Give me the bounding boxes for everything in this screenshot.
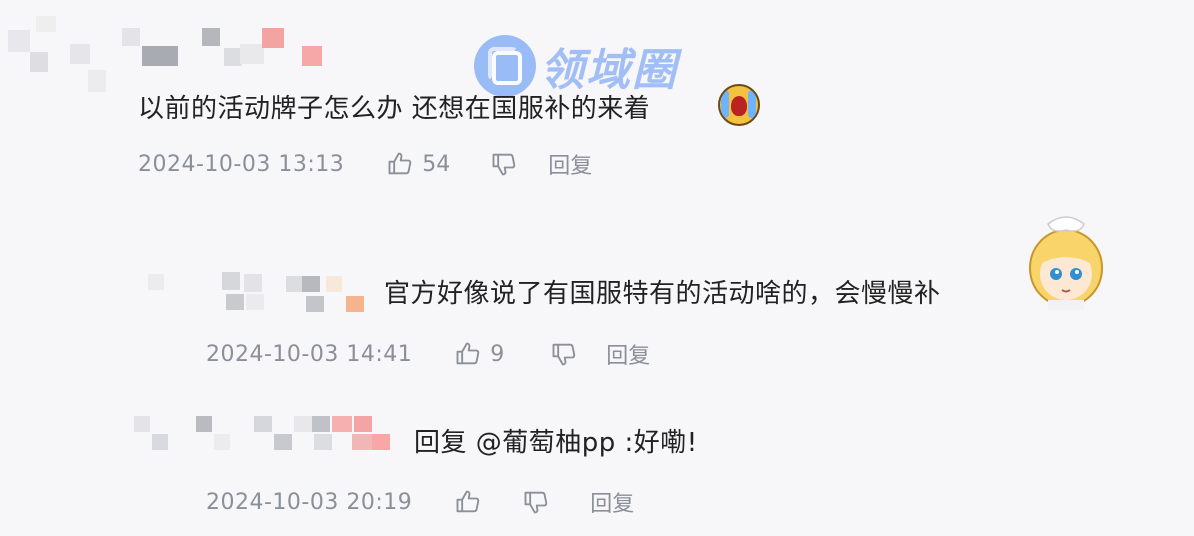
comment-meta-1: 2024-10-03 13:13 54 回复 [138,148,592,180]
thumbs-down-icon [522,488,550,516]
thumbs-down-icon [490,150,518,178]
comment-time-1: 2024-10-03 13:13 [138,151,345,177]
dislike-button-2[interactable] [550,340,578,368]
like-button-2[interactable]: 9 [454,340,504,368]
like-count-2: 9 [490,341,505,367]
reply-button-1[interactable]: 回复 [548,148,592,180]
reply-button-3[interactable]: 回复 [590,486,634,518]
like-count-1: 54 [422,151,451,177]
like-button-3[interactable] [454,488,482,516]
comment-text-2: 官方好像说了有国服特有的活动啥的，会慢慢补 [384,279,941,309]
comment-meta-3: 2024-10-03 20:19 回复 [206,486,634,518]
thumbs-up-icon [386,150,414,178]
thumbs-up-icon [454,340,482,368]
thumbs-up-icon [454,488,482,516]
thumbs-down-icon [550,340,578,368]
dislike-button-1[interactable] [490,150,518,178]
like-button-1[interactable]: 54 [386,150,450,178]
comment-meta-2: 2024-10-03 14:41 9 回复 [206,338,650,370]
crying-face-emoji-icon [718,84,760,126]
comment-text-3: 回复 @葡萄柚pp :好嘞! [414,428,698,458]
anime-girl-avatar[interactable] [1018,206,1114,310]
reply-button-2[interactable]: 回复 [606,338,650,370]
dislike-button-3[interactable] [522,488,550,516]
comment-time-2: 2024-10-03 14:41 [206,341,413,367]
comment-text-1: 以前的活动牌子怎么办 还想在国服补的来着 [138,94,651,124]
comment-time-3: 2024-10-03 20:19 [206,489,413,515]
